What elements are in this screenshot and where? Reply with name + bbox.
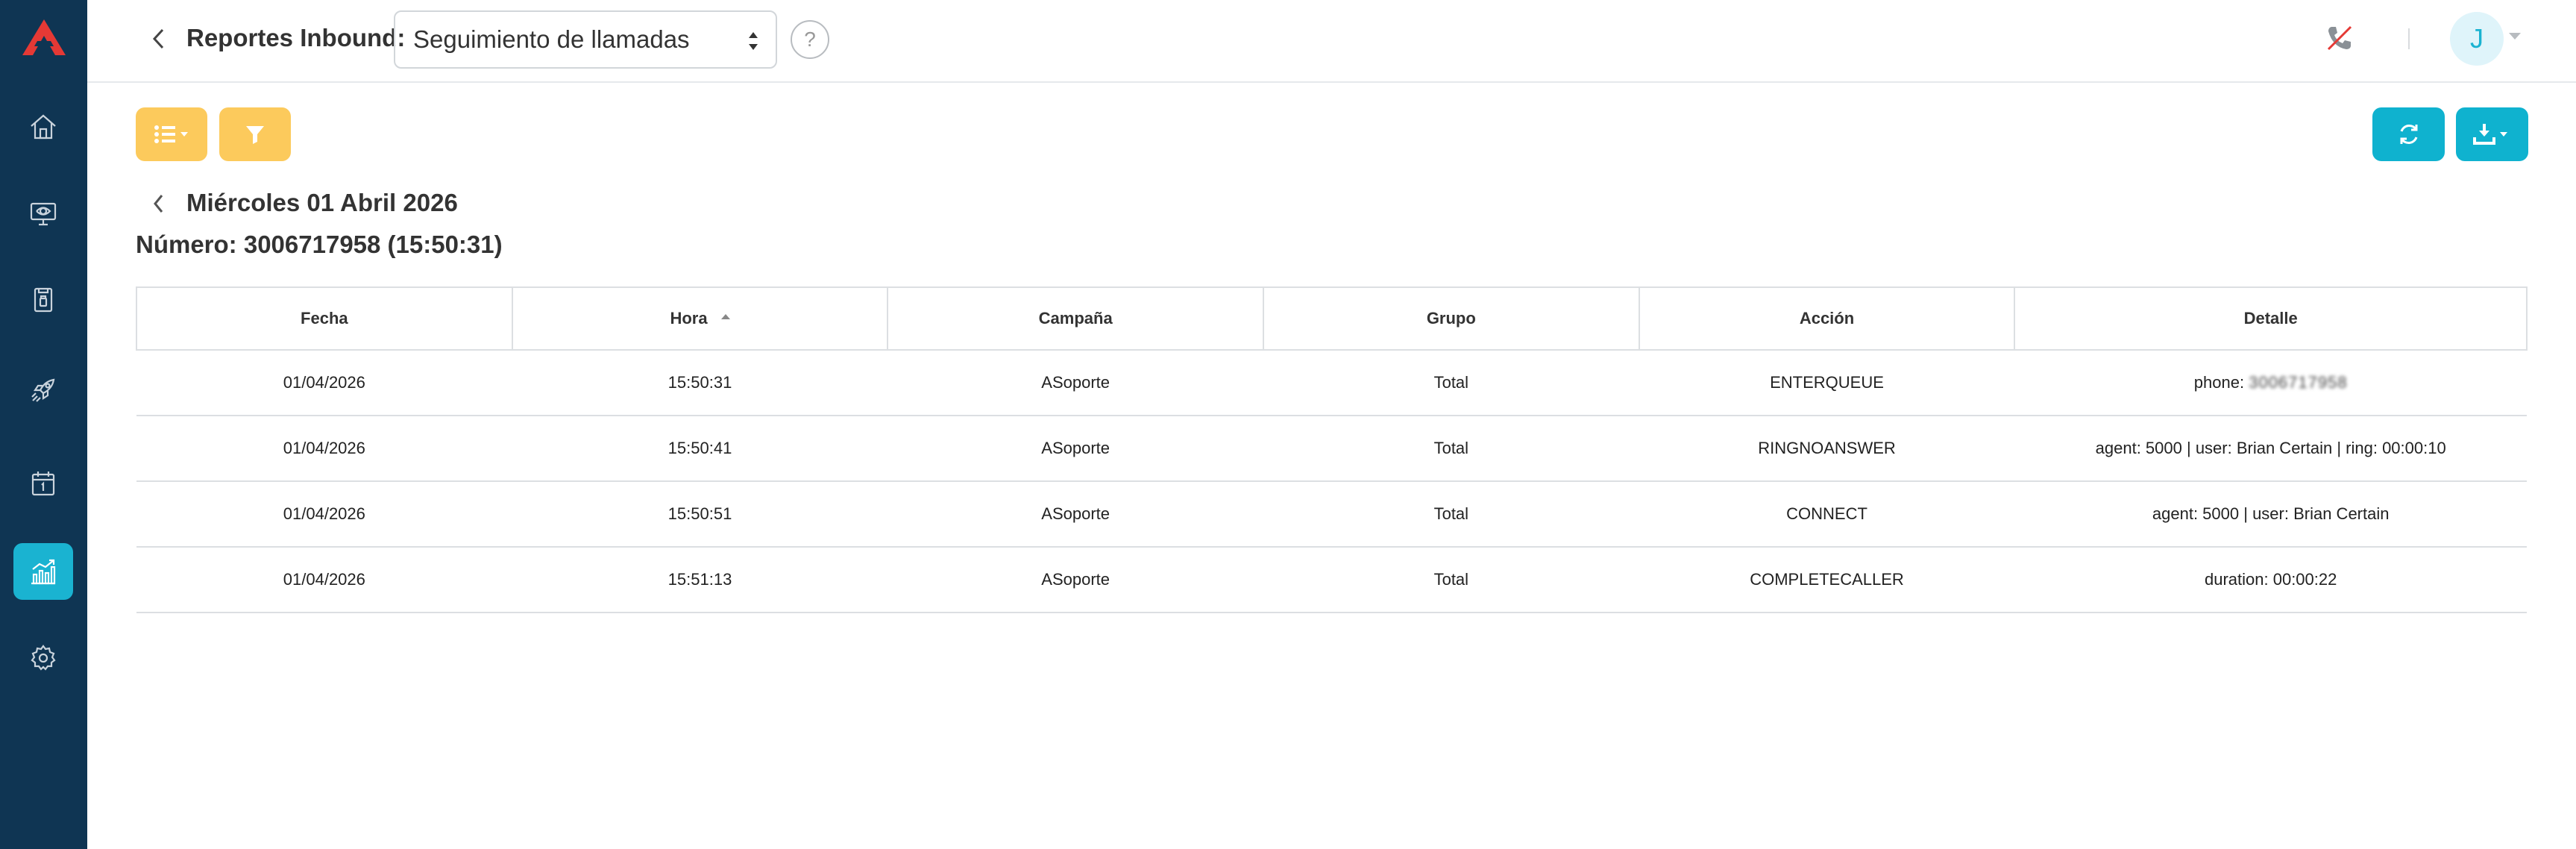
download-icon	[2472, 124, 2507, 145]
cell-fecha: 01/04/2026	[136, 481, 512, 548]
sidebar-item-contacts[interactable]	[13, 272, 73, 328]
sidebar-item-reports[interactable]	[13, 543, 73, 600]
help-button[interactable]: ?	[791, 20, 829, 59]
user-avatar[interactable]: J	[2450, 12, 2504, 66]
cell-detalle: agent: 5000 | user: Brian Certain | ring…	[2014, 416, 2527, 482]
sort-ascending-icon	[720, 314, 730, 319]
cell-campana: ASoporte	[888, 481, 1263, 548]
cell-detalle: phone: 3006717958	[2014, 350, 2527, 416]
cell-campana: ASoporte	[888, 547, 1263, 613]
app-logo[interactable]	[21, 18, 67, 57]
calendar-icon	[31, 472, 55, 496]
cell-grupo: Total	[1263, 416, 1639, 482]
chevron-left-icon	[154, 195, 163, 213]
table-header-row: Fecha Hora Campaña Grupo Acción Detalle	[136, 286, 2528, 351]
columns-menu-button[interactable]	[136, 107, 207, 161]
column-header-campana[interactable]: Campaña	[887, 286, 1264, 351]
campaign-rocket-icon	[31, 378, 55, 402]
filter-icon	[246, 126, 264, 144]
refresh-button[interactable]	[2372, 107, 2445, 161]
column-header-detalle[interactable]: Detalle	[2014, 286, 2528, 351]
table-row: 01/04/2026 15:50:41 ASoporte Total RINGN…	[136, 416, 2527, 482]
home-icon	[31, 114, 56, 140]
call-tracking-table: Fecha Hora Campaña Grupo Acción Detalle …	[136, 286, 2528, 613]
cell-accion: RINGNOANSWER	[1639, 416, 2015, 482]
cell-accion: COMPLETECALLER	[1639, 547, 2015, 613]
sidebar-item-monitor[interactable]	[13, 185, 73, 242]
report-date-title: Miércoles 01 Abril 2026	[186, 189, 458, 216]
top-header: Reportes Inbound: Seguimiento de llamada…	[87, 0, 2576, 83]
sidebar	[0, 0, 87, 849]
contacts-book-icon	[34, 287, 53, 313]
column-header-hora[interactable]: Hora	[511, 286, 889, 351]
cell-detalle: agent: 5000 | user: Brian Certain	[2014, 481, 2527, 548]
cell-hora: 15:50:41	[512, 416, 888, 482]
cell-detalle: duration: 00:00:22	[2014, 547, 2527, 613]
chevron-left-icon	[152, 28, 164, 49]
cell-accion: ENTERQUEUE	[1639, 350, 2015, 416]
cell-hora: 15:51:13	[512, 547, 888, 613]
detalle-label: phone:	[2193, 373, 2245, 392]
select-arrows-icon	[749, 32, 758, 50]
table-row: 01/04/2026 15:50:31 ASoporte Total ENTER…	[136, 350, 2527, 416]
cell-hora: 15:50:51	[512, 481, 888, 548]
sidebar-item-home[interactable]	[13, 98, 73, 155]
cell-campana: ASoporte	[888, 350, 1263, 416]
cell-grupo: Total	[1263, 350, 1639, 416]
cell-accion: CONNECT	[1639, 481, 2015, 548]
reports-chart-icon	[31, 559, 56, 585]
column-header-fecha[interactable]: Fecha	[136, 286, 513, 351]
column-header-grupo[interactable]: Grupo	[1263, 286, 1640, 351]
cell-fecha: 01/04/2026	[136, 547, 512, 613]
header-separator	[2408, 28, 2410, 49]
report-type-select[interactable]: Seguimiento de llamadas	[394, 10, 777, 69]
list-icon	[154, 125, 188, 143]
page-title: Reportes Inbound:	[186, 24, 406, 51]
refresh-icon	[2400, 125, 2417, 144]
monitor-icon	[30, 202, 57, 226]
report-type-select-value: Seguimiento de llamadas	[413, 25, 690, 53]
table-row: 01/04/2026 15:51:13 ASoporte Total COMPL…	[136, 547, 2527, 613]
redacted-phone: 3006717958	[2249, 373, 2348, 392]
report-number-title: Número: 3006717958 (15:50:31)	[136, 231, 503, 258]
column-header-accion[interactable]: Acción	[1638, 286, 2016, 351]
sidebar-item-calendar[interactable]	[13, 455, 73, 512]
sidebar-item-campaigns[interactable]	[13, 362, 73, 419]
filter-button[interactable]	[219, 107, 291, 161]
settings-gear-icon	[31, 645, 56, 671]
phone-disconnected-icon[interactable]	[2324, 22, 2355, 54]
sidebar-item-settings[interactable]	[13, 630, 73, 686]
cell-hora: 15:50:31	[512, 350, 888, 416]
cell-fecha: 01/04/2026	[136, 350, 512, 416]
header-back-button[interactable]	[147, 22, 169, 55]
download-button[interactable]	[2456, 107, 2528, 161]
chevron-down-icon[interactable]	[2509, 33, 2521, 40]
cell-grupo: Total	[1263, 481, 1639, 548]
date-back-button[interactable]	[148, 191, 168, 216]
cell-fecha: 01/04/2026	[136, 416, 512, 482]
table-row: 01/04/2026 15:50:51 ASoporte Total CONNE…	[136, 481, 2527, 548]
cell-grupo: Total	[1263, 547, 1639, 613]
cell-campana: ASoporte	[888, 416, 1263, 482]
